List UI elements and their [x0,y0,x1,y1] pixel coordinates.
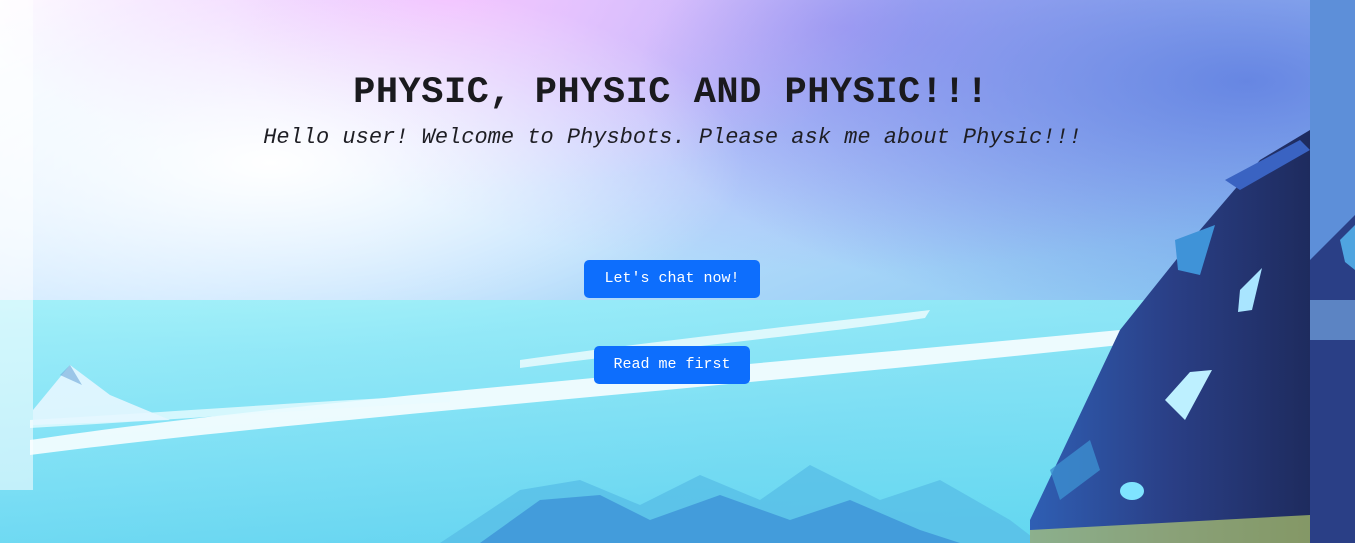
hero-section: PHYSIC, PHYSIC AND PHYSIC!!! Hello user!… [0,0,1355,543]
page-title: PHYSIC, PHYSIC AND PHYSIC!!! [353,72,989,114]
read-me-first-button[interactable]: Read me first [594,346,750,384]
welcome-subtitle: Hello user! Welcome to Physbots. Please … [263,125,1082,150]
lets-chat-now-button[interactable]: Let's chat now! [584,260,760,298]
